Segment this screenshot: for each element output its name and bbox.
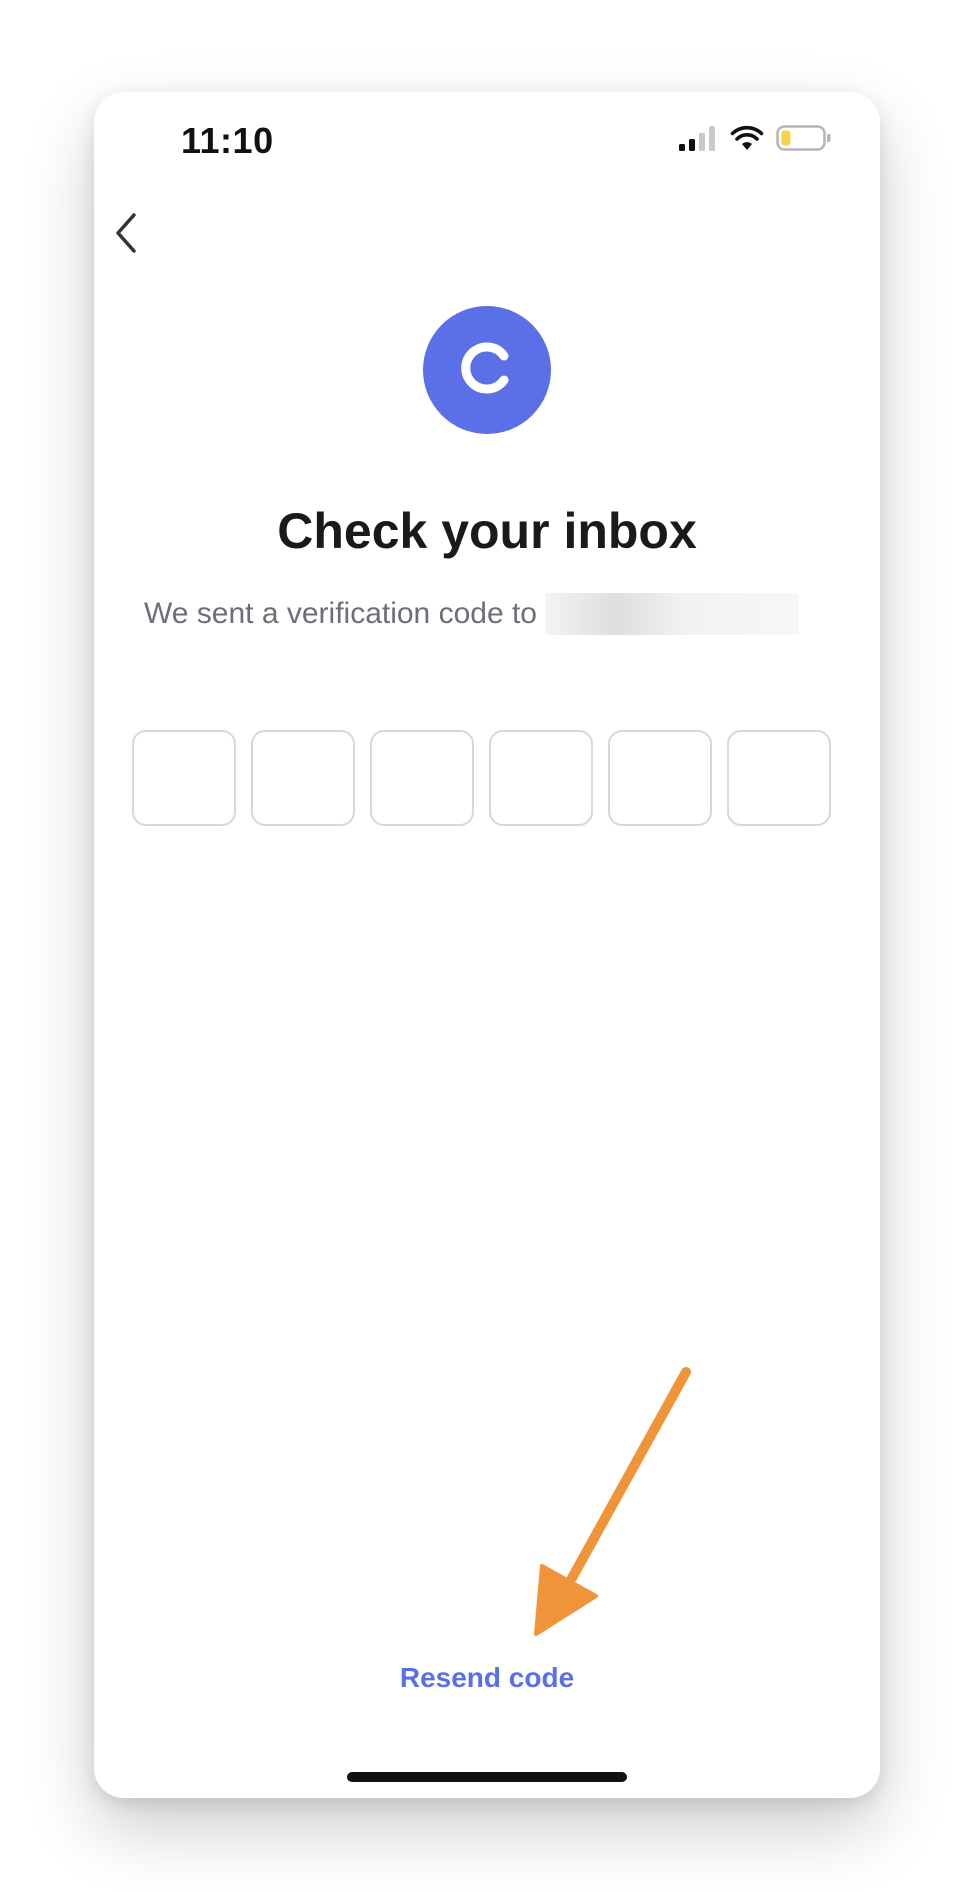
code-digit-3-input[interactable] bbox=[370, 730, 474, 826]
code-input-row bbox=[132, 730, 831, 826]
back-button[interactable] bbox=[102, 200, 150, 270]
cellular-signal-icon bbox=[678, 124, 718, 157]
battery-low-icon bbox=[776, 124, 832, 157]
code-digit-6-input[interactable] bbox=[727, 730, 831, 826]
home-indicator bbox=[347, 1772, 627, 1782]
subtitle-text: We sent a verification code to bbox=[144, 597, 537, 630]
code-digit-1-input[interactable] bbox=[132, 730, 236, 826]
app-logo bbox=[423, 306, 551, 434]
logo-c-icon bbox=[455, 336, 519, 405]
phone-screen: 11:10 Check your inbox We sent a verific… bbox=[94, 92, 880, 1798]
redacted-email bbox=[545, 593, 799, 635]
chevron-left-icon bbox=[112, 211, 140, 260]
page-title: Check your inbox bbox=[277, 503, 697, 559]
status-time: 11:10 bbox=[181, 120, 274, 161]
code-digit-5-input[interactable] bbox=[608, 730, 712, 826]
code-digit-4-input[interactable] bbox=[489, 730, 593, 826]
status-icons bbox=[678, 124, 832, 156]
code-digit-2-input[interactable] bbox=[251, 730, 355, 826]
verification-subtitle: We sent a verification code to bbox=[144, 592, 799, 636]
resend-code-link[interactable]: Resend code bbox=[94, 1662, 880, 1694]
wifi-icon bbox=[730, 124, 764, 157]
